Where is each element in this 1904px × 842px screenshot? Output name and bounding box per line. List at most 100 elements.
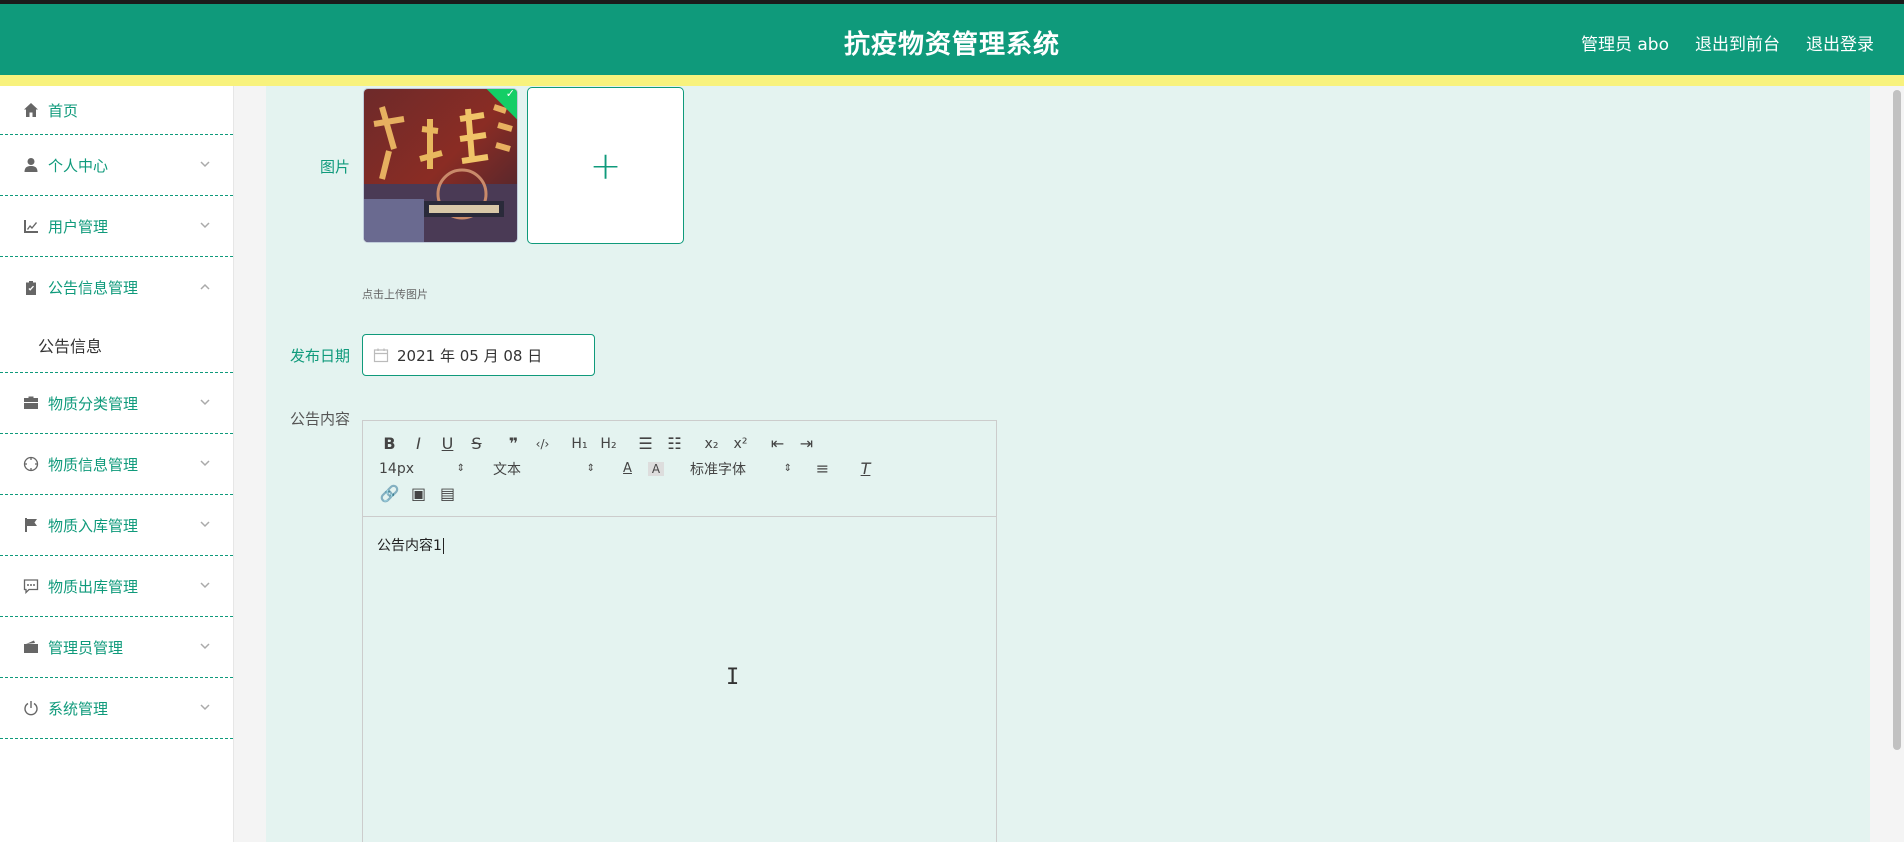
chevron-down-icon [199,699,211,717]
font-family-value: 标准字体 [690,461,746,478]
align-icon[interactable]: ≡ [808,459,837,478]
image-upload-button[interactable]: + [527,87,684,244]
sidebar-item-label: 个人中心 [48,156,109,175]
wallet-icon [22,638,40,656]
sidebar-item-label: 物质分类管理 [48,394,139,413]
compass-icon [22,455,40,473]
font-family-select[interactable]: 标准字体 ⇕ [686,459,796,479]
briefcase-icon [22,394,40,412]
select-arrows-icon: ⇕ [586,463,595,474]
underline-icon[interactable]: U [433,434,462,453]
sidebar-item-user-management[interactable]: 用户管理 [0,196,233,257]
app-header: 抗疫物资管理系统 管理员 abo 退出到前台 退出登录 [0,4,1904,75]
clear-format-icon[interactable]: T [851,459,880,478]
sidebar-item-label: 用户管理 [48,217,109,236]
editor-content-area[interactable]: 公告内容1 I [363,517,996,842]
user-icon [22,156,40,174]
indent-icon[interactable]: ⇥ [792,434,821,453]
toolbar-row: 🔗 ▣ ▤ [375,481,984,506]
subscript-icon[interactable]: x₂ [697,436,726,452]
plus-icon: + [589,143,622,188]
rich-text-editor[interactable]: B I U S ❞ ‹/› H₁ H₂ ☰ ☷ x₂ x² ⇤ ⇥ 14px ⇕ … [362,420,997,842]
code-block-icon[interactable]: ‹/› [528,437,557,451]
poster-image [364,89,517,242]
sidebar-item-label: 首页 [48,101,79,120]
sidebar-subitem-announcement-info[interactable]: 公告信息 [0,318,233,373]
image-icon[interactable]: ▣ [404,484,433,503]
sidebar-item-home[interactable]: 首页 [0,86,233,135]
power-icon [22,699,40,717]
chevron-down-icon [199,455,211,473]
editor-toolbar: B I U S ❞ ‹/› H₁ H₂ ☰ ☷ x₂ x² ⇤ ⇥ 14px ⇕ … [363,421,996,517]
sidebar-item-category-management[interactable]: 物质分类管理 [0,373,233,434]
home-icon [22,101,40,119]
page-scrollbar[interactable] [1890,86,1904,842]
header-links: 管理员 abo 退出到前台 退出登录 [1581,30,1874,55]
content-field-label: 公告内容 [289,410,350,428]
sidebar-item-announcement-management[interactable]: 公告信息管理 [0,257,233,318]
font-color-icon[interactable]: A [613,461,642,476]
text-caret [442,538,444,554]
select-arrows-icon: ⇕ [456,463,465,474]
sidebar-item-stock-out-management[interactable]: 物质出库管理 [0,556,233,617]
font-size-select[interactable]: 14px ⇕ [375,461,469,477]
select-arrows-icon: ⇕ [783,463,792,474]
font-size-value: 14px [379,460,414,477]
flag-icon [22,516,40,534]
chevron-down-icon [199,577,211,595]
sidebar-item-admin-management[interactable]: 管理员管理 [0,617,233,678]
heading-1-icon[interactable]: H₁ [565,436,594,452]
sidebar-item-label: 系统管理 [48,699,109,718]
link-icon[interactable]: 🔗 [375,484,404,503]
video-icon[interactable]: ▤ [433,484,462,503]
upload-hint: 点击上传图片 [362,288,428,301]
editor-content-text: 公告内容1 [377,538,442,554]
header-select[interactable]: 文本 ⇕ [489,459,599,479]
bold-icon[interactable]: B [375,434,404,453]
chevron-down-icon [199,516,211,534]
heading-2-icon[interactable]: H₂ [594,436,623,452]
admin-user-label[interactable]: 管理员 abo [1581,30,1669,55]
outdent-icon[interactable]: ⇤ [763,434,792,453]
chevron-down-icon [199,217,211,235]
mouse-ibeam-cursor-icon: I [726,665,740,690]
toolbar-row: B I U S ❞ ‹/› H₁ H₂ ☰ ☷ x₂ x² ⇤ ⇥ [375,431,984,456]
toolbar-row: 14px ⇕ 文本 ⇕ A A 标准字体 ⇕ ≡ T [375,456,984,481]
sidebar-item-label: 物质信息管理 [48,455,139,474]
publish-date-label: 发布日期 [289,347,350,365]
sidebar-item-material-info-management[interactable]: 物质信息管理 [0,434,233,495]
logout-link[interactable]: 退出登录 [1806,30,1874,55]
publish-date-value: 2021 年 05 月 08 日 [397,346,543,365]
italic-icon[interactable]: I [404,434,433,453]
chart-icon [22,217,40,235]
sidebar-item-label: 物质入库管理 [48,516,139,535]
background-color-icon[interactable]: A [648,461,664,476]
blockquote-icon[interactable]: ❞ [499,434,528,453]
chevron-down-icon [199,156,211,174]
chevron-down-icon [199,394,211,412]
calendar-icon [373,348,389,363]
bullet-list-icon[interactable]: ☷ [660,434,689,453]
header-accent-bar [0,75,1904,86]
scrollbar-thumb[interactable] [1893,90,1901,750]
header-select-value: 文本 [493,461,521,478]
chevron-up-icon [199,279,211,297]
chat-icon [22,577,40,595]
image-field-label: 图片 [319,158,350,176]
sidebar-item-label: 物质出库管理 [48,577,139,596]
exit-to-front-link[interactable]: 退出到前台 [1695,30,1780,55]
sidebar-item-system-management[interactable]: 系统管理 [0,678,233,739]
sidebar-item-personal-center[interactable]: 个人中心 [0,135,233,196]
sidebar-item-stock-in-management[interactable]: 物质入库管理 [0,495,233,556]
uploaded-image-thumbnail[interactable]: ✓ [363,88,518,243]
strikethrough-icon[interactable]: S [462,434,491,453]
ordered-list-icon[interactable]: ☰ [631,434,660,453]
clipboard-icon [22,279,40,297]
superscript-icon[interactable]: x² [726,436,755,452]
sidebar-item-label: 管理员管理 [48,638,124,657]
chevron-down-icon [199,638,211,656]
sidebar-item-label: 公告信息管理 [48,279,139,297]
check-icon: ✓ [505,88,515,101]
publish-date-picker[interactable]: 2021 年 05 月 08 日 [362,334,595,376]
sidebar: 首页 个人中心 用户管理 公告信息管理 公告信息 物质分类管理 物质信息管理 物… [0,86,234,842]
